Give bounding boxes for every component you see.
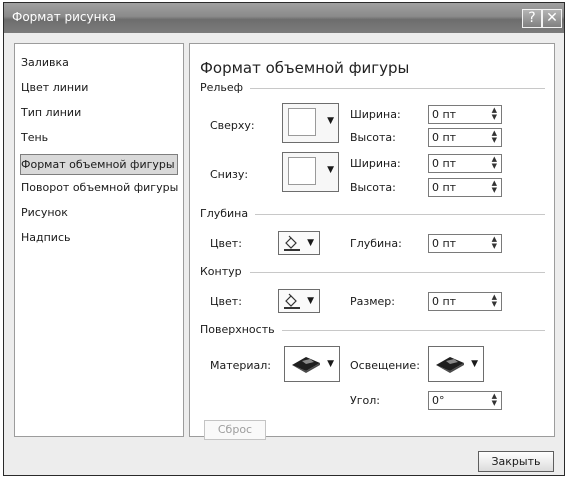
settings-pane: Формат объемной фигуры Рельеф Сверху: ▼ … [189,43,555,440]
spinner-value: 0 пт [432,157,457,170]
depth-value-label: Глубина: [350,237,402,250]
relief-top-width-label: Ширина: [350,108,401,121]
relief-top-label: Сверху: [210,119,255,132]
section-depth-title: Глубина [200,207,249,220]
help-icon: ? [528,10,536,26]
nav-item-fill[interactable]: Заливка [21,56,69,69]
spinner-arrows-icon[interactable]: ▲ ▼ [492,236,497,250]
relief-top-height-spinner[interactable]: 0 пт ▲ ▼ [428,128,502,147]
spinner-arrows-icon[interactable]: ▲ ▼ [492,130,497,144]
relief-bottom-label: Снизу: [210,168,249,181]
spinner-arrows-icon[interactable]: ▲ ▼ [492,294,497,308]
angle-label: Угол: [350,394,380,407]
help-button[interactable]: ? [522,9,542,28]
nav-item-line-style[interactable]: Тип линии [21,106,81,119]
nav-item-3d-format[interactable]: Формат объемной фигуры [20,154,178,175]
lighting-label: Освещение: [350,359,420,372]
close-button[interactable]: Закрыть [478,451,554,472]
relief-bottom-height-spinner[interactable]: 0 пт ▲ ▼ [428,178,502,197]
angle-spinner[interactable]: 0° ▲ ▼ [428,391,502,410]
chevron-down-icon: ▼ [327,359,334,369]
nav-item-shadow[interactable]: Тень [21,131,48,144]
format-picture-dialog: Формат рисунка ? ✕ Заливка Цвет линии Ти… [3,2,565,476]
relief-top-width-spinner[interactable]: 0 пт ▲ ▼ [428,105,502,124]
contour-size-label: Размер: [350,295,395,308]
depth-color-label: Цвет: [210,237,242,250]
relief-bottom-preset-dropdown[interactable]: ▼ [282,152,339,192]
spinner-arrows-icon[interactable]: ▲ ▼ [492,156,497,170]
lighting-preset-icon [436,357,464,373]
reset-button[interactable]: Сброс [204,420,266,440]
relief-top-preset-dropdown[interactable]: ▼ [282,103,339,143]
section-relief-title: Рельеф [200,81,244,94]
chevron-down-icon: ▼ [307,296,314,306]
spinner-arrows-icon[interactable]: ▲ ▼ [492,107,497,121]
category-list: Заливка Цвет линии Тип линии Тень Формат… [14,43,184,437]
contour-size-spinner[interactable]: 0 пт ▲ ▼ [428,292,502,311]
nav-item-picture[interactable]: Рисунок [21,206,68,219]
chevron-down-icon: ▼ [307,238,314,248]
nav-item-label: Формат объемной фигуры [21,158,175,171]
relief-top-height-label: Высота: [350,131,396,144]
section-contour-title: Контур [200,265,242,278]
spinner-value: 0 пт [432,295,457,308]
material-label: Материал: [210,359,272,372]
spinner-arrows-icon[interactable]: ▲ ▼ [492,180,497,194]
nav-item-text-box[interactable]: Надпись [21,231,71,244]
window-title: Формат рисунка [12,10,117,24]
paint-bucket-icon [284,235,300,251]
nav-item-3d-rotation[interactable]: Поворот объемной фигуры [21,181,178,194]
close-window-button[interactable]: ✕ [542,9,562,28]
spinner-value: 0 пт [432,108,457,121]
section-divider [250,272,545,273]
page-title: Формат объемной фигуры [200,59,410,77]
spinner-value: 0° [432,394,445,407]
chevron-down-icon: ▼ [471,359,478,369]
section-divider [255,214,545,215]
relief-preview-icon [288,108,316,136]
section-surface-title: Поверхность [200,323,275,336]
relief-preview-icon [288,157,316,185]
material-dropdown[interactable]: ▼ [284,346,340,382]
depth-color-button[interactable]: ▼ [278,231,320,255]
spinner-value: 0 пт [432,181,457,194]
chevron-down-icon: ▼ [327,116,334,126]
relief-bottom-width-spinner[interactable]: 0 пт ▲ ▼ [428,154,502,173]
spinner-arrows-icon[interactable]: ▲ ▼ [492,393,497,407]
lighting-dropdown[interactable]: ▼ [428,346,484,382]
relief-bottom-height-label: Высота: [350,181,396,194]
spinner-value: 0 пт [432,237,457,250]
depth-spinner[interactable]: 0 пт ▲ ▼ [428,234,502,253]
material-preset-icon [292,357,320,373]
section-divider [250,88,545,89]
paint-bucket-icon [284,293,300,309]
section-divider [282,330,545,331]
title-bar[interactable]: Формат рисунка ? ✕ [4,3,564,33]
close-icon: ✕ [546,10,558,26]
contour-color-button[interactable]: ▼ [278,289,320,313]
nav-item-line-color[interactable]: Цвет линии [21,81,88,94]
chevron-down-icon: ▼ [327,165,334,175]
contour-color-label: Цвет: [210,295,242,308]
relief-bottom-width-label: Ширина: [350,157,401,170]
spinner-value: 0 пт [432,131,457,144]
